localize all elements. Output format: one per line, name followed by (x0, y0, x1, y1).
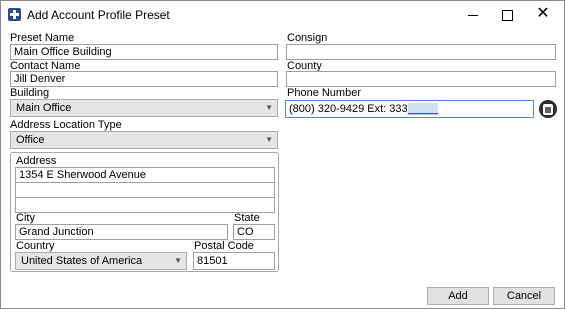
address-line3-input[interactable] (15, 197, 275, 213)
address-location-type-value: Office (16, 134, 45, 146)
state-input[interactable]: CO (233, 224, 275, 240)
address-label: Address (16, 155, 57, 167)
chevron-down-icon: ▼ (265, 103, 273, 112)
phone-number-input[interactable]: (800) 320-9429 Ext: 333_____ (285, 100, 534, 118)
address-line2-input[interactable] (15, 182, 275, 198)
address-location-type-label: Address Location Type (10, 119, 122, 131)
phone-number-value: (800) 320-9429 Ext: 333 (289, 103, 408, 115)
close-button[interactable]: ✕ (526, 1, 560, 29)
country-value: United States of America (21, 255, 143, 267)
add-button[interactable]: Add (427, 287, 489, 305)
preset-name-input[interactable]: Main Office Building (10, 44, 278, 60)
city-label: City (16, 212, 35, 224)
maximize-button[interactable] (490, 1, 524, 29)
building-label: Building (10, 87, 50, 99)
consign-label: Consign (287, 32, 328, 44)
cancel-button[interactable]: Cancel (493, 287, 555, 305)
phone-icon[interactable] (539, 100, 557, 118)
building-select[interactable]: Main Office ▼ (10, 99, 278, 117)
state-label: State (234, 212, 260, 224)
chevron-down-icon: ▼ (174, 256, 182, 265)
county-input[interactable] (286, 71, 556, 87)
dialog-window: Add Account Profile Preset ✕ Preset Name… (0, 0, 565, 309)
app-icon (8, 8, 21, 21)
building-value: Main Office (16, 102, 72, 114)
postal-code-label: Postal Code (194, 240, 254, 252)
phone-number-mask: _____ (407, 103, 439, 115)
postal-code-input[interactable]: 81501 (193, 252, 275, 270)
window-title: Add Account Profile Preset (27, 8, 170, 22)
address-line1-input[interactable]: 1354 E Sherwood Avenue (15, 167, 275, 183)
contact-name-input[interactable]: Jill Denver (10, 71, 278, 87)
address-location-type-select[interactable]: Office ▼ (10, 131, 278, 149)
title-bar[interactable]: Add Account Profile Preset ✕ (1, 1, 564, 29)
chevron-down-icon: ▼ (265, 135, 273, 144)
country-select[interactable]: United States of America ▼ (15, 252, 187, 270)
phone-number-label: Phone Number (287, 87, 361, 99)
preset-name-label: Preset Name (10, 32, 75, 44)
minimize-button[interactable] (456, 1, 490, 29)
country-label: Country (16, 240, 55, 252)
city-input[interactable]: Grand Junction (15, 224, 228, 240)
consign-input[interactable] (286, 44, 556, 60)
maximize-icon (501, 9, 513, 21)
minimize-icon (468, 14, 478, 16)
